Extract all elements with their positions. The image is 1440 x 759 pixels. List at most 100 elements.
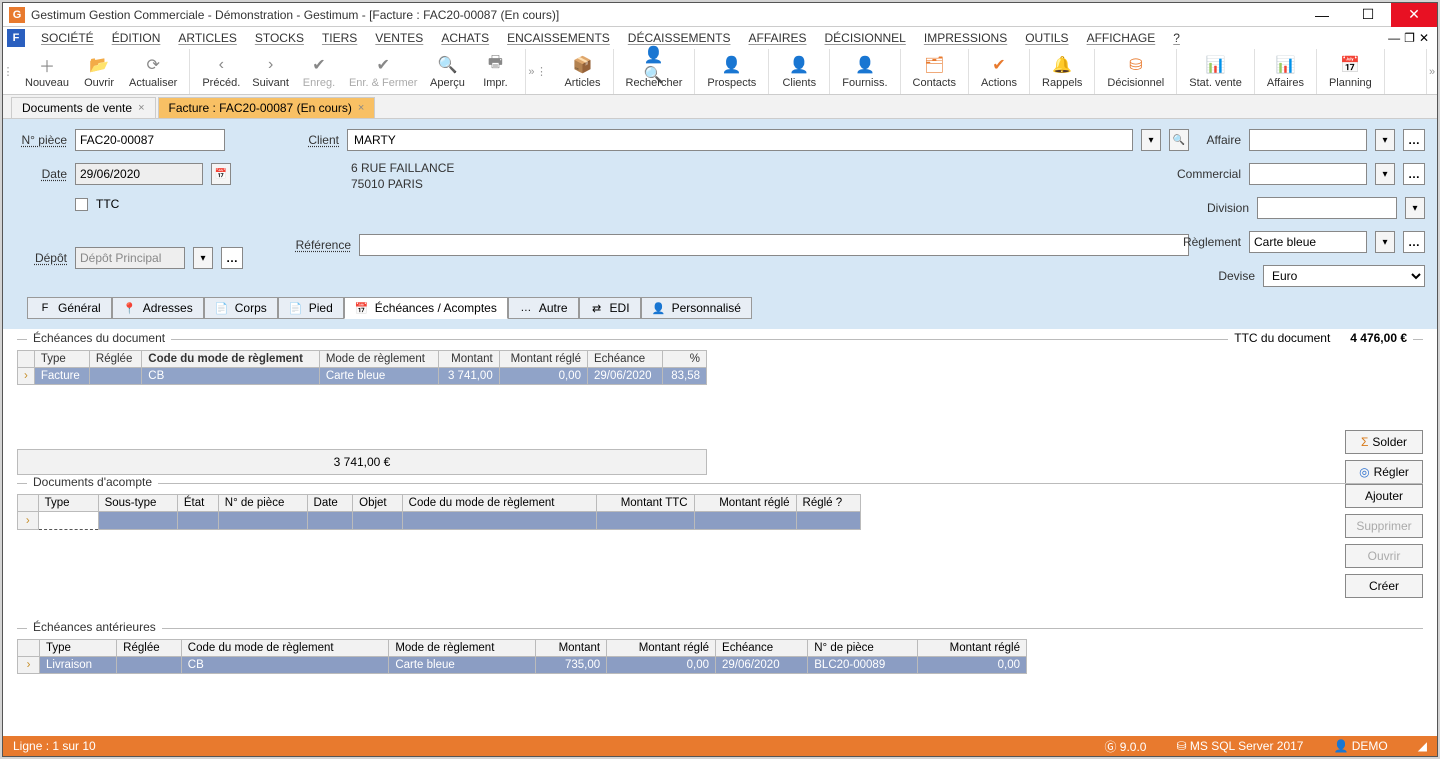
echeances-table[interactable]: TypeRéglée Code du mode de règlementMode… xyxy=(17,350,707,385)
date-picker-button[interactable]: 📅 xyxy=(211,163,231,185)
toolbar-overflow[interactable]: » xyxy=(526,49,536,94)
regler-button[interactable]: ◎Régler xyxy=(1345,460,1423,484)
affaire-more[interactable]: … xyxy=(1403,129,1425,151)
file-menu-icon[interactable]: F xyxy=(7,29,25,47)
mdi-close[interactable]: ✕ xyxy=(1419,31,1429,45)
menu-affaires[interactable]: AFFAIRES xyxy=(740,29,814,47)
toolbar-ouvrir[interactable]: 📂Ouvrir xyxy=(75,49,123,94)
ajouter-button[interactable]: Ajouter xyxy=(1345,484,1423,508)
toolbar-fourniss[interactable]: 👤Fourniss. xyxy=(836,49,893,94)
npiece-field[interactable] xyxy=(75,129,225,151)
toolbar-articles[interactable]: 📦Articles xyxy=(558,49,606,94)
client-dropdown[interactable]: ▾ xyxy=(1141,129,1161,151)
depot-more[interactable]: … xyxy=(221,247,243,269)
toolbar-planning[interactable]: 📅Planning xyxy=(1323,49,1378,94)
toolbar-handle[interactable]: ⋮ xyxy=(3,49,13,94)
form-header: N° pièce Date 📅 TTC Dépôt ▾ xyxy=(3,119,1437,329)
devise-select[interactable]: Euro xyxy=(1263,265,1425,287)
toolbar-handle-2[interactable]: ⋮ xyxy=(536,49,546,94)
client-field[interactable] xyxy=(347,129,1133,151)
toolbar-actions[interactable]: ✔Actions xyxy=(975,49,1023,94)
depot-field[interactable] xyxy=(75,247,185,269)
menu-decaissements[interactable]: DÉCAISSEMENTS xyxy=(620,29,739,47)
menu-articles[interactable]: ARTICLES xyxy=(170,29,244,47)
toolbar-affaires[interactable]: 📊Affaires xyxy=(1261,49,1310,94)
menu-encaissements[interactable]: ENCAISSEMENTS xyxy=(499,29,618,47)
menu-affichage[interactable]: AFFICHAGE xyxy=(1079,29,1164,47)
ttc-checkbox[interactable] xyxy=(75,198,88,211)
affaire-field[interactable] xyxy=(1249,129,1367,151)
subtab-edi[interactable]: ⇄EDI xyxy=(579,297,641,319)
menu-stocks[interactable]: STOCKS xyxy=(247,29,312,47)
mdi-minimize[interactable]: — xyxy=(1388,31,1400,45)
ouvrir-button[interactable]: Ouvrir xyxy=(1345,544,1423,568)
subtab-chancesacomptes[interactable]: 📅Échéances / Acomptes xyxy=(344,297,508,319)
depot-dropdown[interactable]: ▾ xyxy=(193,247,213,269)
division-dropdown[interactable]: ▾ xyxy=(1405,197,1425,219)
close-icon[interactable]: × xyxy=(138,102,144,114)
toolbar-nouveau[interactable]: ＋Nouveau xyxy=(19,49,75,94)
menu-impressions[interactable]: IMPRESSIONS xyxy=(916,29,1015,47)
table-row[interactable]: › xyxy=(18,512,861,530)
close-button[interactable]: ✕ xyxy=(1391,3,1437,27)
commercial-more[interactable]: … xyxy=(1403,163,1425,185)
commercial-dropdown[interactable]: ▾ xyxy=(1375,163,1395,185)
division-label: Division xyxy=(1181,201,1249,215)
table-row[interactable]: › Facture CBCarte bleue 3 741,000,00 29/… xyxy=(18,368,707,385)
reglement-field[interactable] xyxy=(1249,231,1367,253)
acompte-table[interactable]: TypeSous-type ÉtatN° de pièce DateObjet … xyxy=(17,494,861,530)
menu-ventes[interactable]: VENTES xyxy=(367,29,431,47)
menu-tiers[interactable]: TIERS xyxy=(314,29,365,47)
toolbar-prcd[interactable]: ‹Précéd. xyxy=(196,49,246,94)
doc-tab[interactable]: Documents de vente× xyxy=(11,97,156,118)
toolbar-rappels[interactable]: 🔔Rappels xyxy=(1036,49,1088,94)
date-field[interactable] xyxy=(75,163,203,185)
toolbar-enreg[interactable]: ✔Enreg. xyxy=(295,49,343,94)
toolbar-contacts[interactable]: 🗂Contacts xyxy=(907,49,962,94)
subtab-corps[interactable]: 📄Corps xyxy=(204,297,278,319)
subtab-pied[interactable]: 📄Pied xyxy=(278,297,344,319)
app-icon: G xyxy=(9,7,25,23)
toolbar-dcisionnel[interactable]: ⛁Décisionnel xyxy=(1101,49,1170,94)
menu-decisionnel[interactable]: DÉCISIONNEL xyxy=(817,29,914,47)
reference-field[interactable] xyxy=(359,234,1189,256)
toolbar-suivant[interactable]: ›Suivant xyxy=(246,49,295,94)
creer-button[interactable]: Créer xyxy=(1345,574,1423,598)
subtab-adresses[interactable]: 📍Adresses xyxy=(112,297,204,319)
affaire-dropdown[interactable]: ▾ xyxy=(1375,129,1395,151)
toolbar-aperu[interactable]: 🔍Aperçu xyxy=(423,49,471,94)
close-icon[interactable]: × xyxy=(358,102,364,114)
reglement-more[interactable]: … xyxy=(1403,231,1425,253)
aperu-icon: 🔍 xyxy=(437,55,457,75)
solder-button[interactable]: ΣSolder xyxy=(1345,430,1423,454)
commercial-field[interactable] xyxy=(1249,163,1367,185)
maximize-button[interactable]: ☐ xyxy=(1345,3,1391,27)
subtab-personnalis[interactable]: 👤Personnalisé xyxy=(641,297,752,319)
toolbar-clients[interactable]: 👤Clients xyxy=(775,49,823,94)
division-field[interactable] xyxy=(1257,197,1397,219)
menu-societe[interactable]: SOCIÉTÉ xyxy=(33,29,102,47)
resize-grip[interactable]: ◢ xyxy=(1418,739,1427,753)
toolbar-overflow-2[interactable]: » xyxy=(1427,49,1437,94)
menu-outils[interactable]: OUTILS xyxy=(1017,29,1076,47)
menu-achats[interactable]: ACHATS xyxy=(433,29,497,47)
minimize-button[interactable]: — xyxy=(1299,3,1345,27)
menu-help[interactable]: ? xyxy=(1165,29,1188,47)
subtab-autre[interactable]: …Autre xyxy=(508,297,579,319)
table-row[interactable]: › Livraison CBCarte bleue 735,000,00 29/… xyxy=(18,657,1027,674)
toolbar-statvente[interactable]: 📊Stat. vente xyxy=(1183,49,1248,94)
toolbar-enrfermer[interactable]: ✔Enr. & Fermer xyxy=(343,49,423,94)
clients-icon: 👤 xyxy=(789,55,809,75)
mdi-restore[interactable]: ❐ xyxy=(1404,31,1415,45)
supprimer-button[interactable]: Supprimer xyxy=(1345,514,1423,538)
subtab-gnral[interactable]: FGénéral xyxy=(27,297,112,319)
menu-edition[interactable]: ÉDITION xyxy=(104,29,169,47)
toolbar-actualiser[interactable]: ⟳Actualiser xyxy=(123,49,183,94)
commercial-label: Commercial xyxy=(1173,167,1241,181)
toolbar-impr[interactable]: 🖶Impr. xyxy=(471,49,519,94)
doc-tab[interactable]: Facture : FAC20-00087 (En cours)× xyxy=(158,97,376,118)
reglement-dropdown[interactable]: ▾ xyxy=(1375,231,1395,253)
toolbar-prospects[interactable]: 👤Prospects xyxy=(701,49,762,94)
anterieures-table[interactable]: TypeRéglée Code du mode de règlementMode… xyxy=(17,639,1027,674)
toolbar-rechercher[interactable]: 👤🔍Rechercher xyxy=(620,49,689,94)
